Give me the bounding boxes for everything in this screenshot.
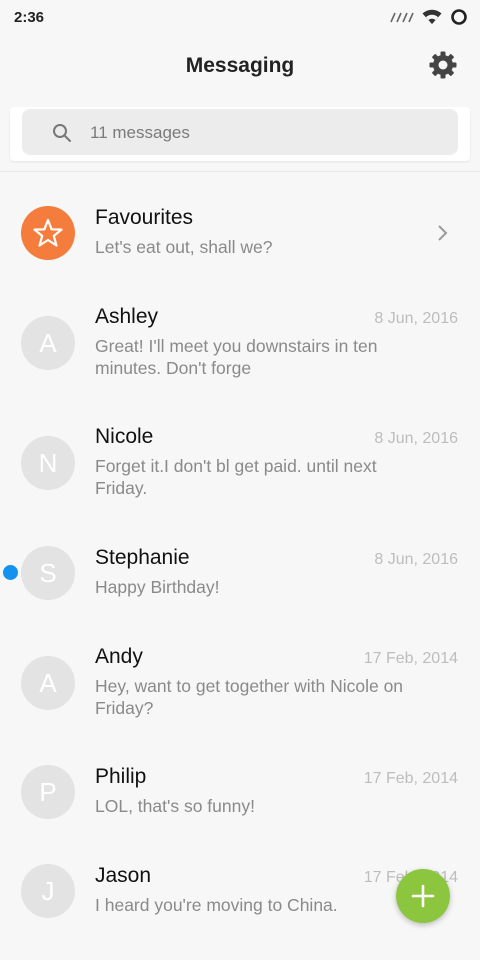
settings-button[interactable]: [428, 50, 458, 80]
conversation-snippet: Great! I'll meet you downstairs in ten m…: [95, 336, 378, 378]
conversation-name: Nicole: [95, 425, 154, 448]
conversation-date: 17 Feb, 2014: [363, 650, 458, 667]
favourites-item[interactable]: Favourites Let's eat out, shall we?: [0, 206, 480, 276]
status-time: 2:36: [14, 9, 45, 26]
conversation-snippet: Forget it.I don't bl get paid. until nex…: [95, 456, 377, 498]
avatar: A: [21, 316, 75, 370]
status-icons: [390, 8, 468, 31]
search-input[interactable]: [90, 121, 430, 145]
conversation-item[interactable]: S Stephanie 8 Jun, 2016 Happy Birthday!: [0, 546, 480, 606]
conversation-name: Philip: [95, 765, 147, 788]
conversation-snippet: LOL, that's so funny!: [95, 796, 255, 816]
star-icon: [33, 218, 63, 247]
signal-icon: [390, 10, 414, 29]
conversation-date: 8 Jun, 2016: [374, 430, 458, 447]
status-bar: 2:36: [0, 0, 480, 34]
app-header: Messaging: [0, 34, 480, 100]
favourites-title: Favourites: [95, 206, 194, 229]
search-box[interactable]: [22, 109, 458, 155]
page-title: Messaging: [185, 54, 295, 77]
unread-indicator: [3, 565, 18, 580]
conversation-item[interactable]: A Andy 17 Feb, 2014 Hey, want to get tog…: [0, 645, 480, 725]
avatar: S: [21, 546, 75, 600]
favourites-avatar: [21, 206, 75, 260]
divider: [0, 171, 480, 172]
conversation-date: 8 Jun, 2016: [374, 551, 458, 568]
conversation-name: Jason: [95, 864, 152, 887]
avatar: J: [21, 864, 75, 918]
conversation-snippet: I heard you're moving to China.: [95, 895, 338, 915]
gear-icon: [429, 51, 457, 79]
conversation-name: Andy: [95, 645, 143, 668]
conversation-name: Ashley: [95, 305, 159, 328]
search-icon: [53, 124, 71, 142]
conversation-name: Stephanie: [95, 546, 190, 569]
avatar: N: [21, 436, 75, 490]
conversation-date: 8 Jun, 2016: [374, 310, 458, 327]
chevron-right-icon: [438, 225, 448, 241]
plus-icon: [411, 884, 435, 908]
avatar: A: [21, 656, 75, 710]
conversation-item[interactable]: N Nicole 8 Jun, 2016 Forget it.I don't b…: [0, 425, 480, 505]
conversation-snippet: Hey, want to get together with Nicole on…: [95, 676, 404, 718]
conversation-date: 17 Feb, 2014: [363, 770, 458, 787]
wifi-icon: [422, 9, 442, 30]
conversation-snippet: Happy Birthday!: [95, 577, 220, 597]
conversation-item[interactable]: A Ashley 8 Jun, 2016 Great! I'll meet yo…: [0, 305, 480, 385]
new-message-button[interactable]: [396, 869, 450, 923]
conversation-item[interactable]: P Philip 17 Feb, 2014 LOL, that's so fun…: [0, 765, 480, 825]
search-bar: [10, 107, 470, 161]
battery-ring-icon: [450, 8, 468, 31]
avatar: P: [21, 765, 75, 819]
favourites-snippet: Let's eat out, shall we?: [95, 237, 273, 257]
